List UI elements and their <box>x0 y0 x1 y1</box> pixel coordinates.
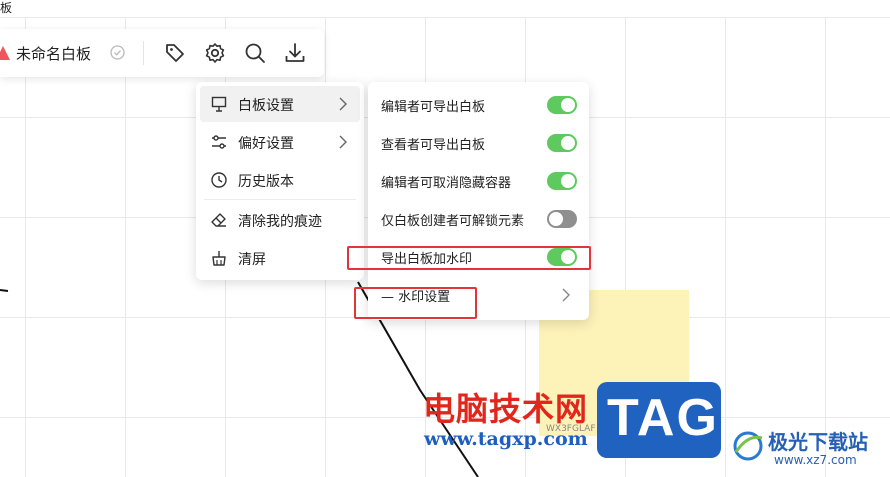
watermark-tag-logo: TAG <box>597 382 721 458</box>
menu-item-preferences[interactable]: 偏好设置 <box>200 124 360 160</box>
broom-icon <box>210 249 228 267</box>
gear-icon <box>205 43 225 63</box>
watermark-jiguang-url: www.xz7.com <box>774 453 857 467</box>
setting-label: 编辑者可取消隐藏容器 <box>381 176 512 191</box>
setting-label: 编辑者可导出白板 <box>381 100 486 115</box>
settings-menu: 白板设置 偏好设置 历史版本 清除我的痕迹 清屏 <box>196 82 364 280</box>
toggle-knob <box>549 212 563 226</box>
menu-item-history[interactable]: 历史版本 <box>200 162 360 198</box>
whiteboard-settings-submenu: 编辑者可导出白板 查看者可导出白板 编辑者可取消隐藏容器 仅白板创建者可解锁元素… <box>368 82 589 320</box>
menu-item-clear-traces[interactable]: 清除我的痕迹 <box>200 202 360 238</box>
top-toolbar: 未命名白板 <box>0 29 324 77</box>
settings-button[interactable] <box>203 41 227 65</box>
watermark-jiguang-name: 极光下载站 <box>768 430 868 454</box>
toggle-knob <box>561 136 575 150</box>
setting-label: 仅白板创建者可解锁元素 <box>381 214 525 229</box>
toggle-switch[interactable] <box>547 172 577 190</box>
setting-creator-unlock-only: 仅白板创建者可解锁元素 <box>368 200 589 238</box>
window-title: 板 <box>0 1 13 15</box>
clock-icon <box>210 171 228 189</box>
watermark-site-url: www.tagxp.com <box>424 428 588 450</box>
setting-viewer-export: 查看者可导出白板 <box>368 124 589 162</box>
menu-item-clear-screen[interactable]: 清屏 <box>200 240 360 276</box>
menu-item-label: 历史版本 <box>238 174 294 190</box>
menu-item-whiteboard-settings[interactable]: 白板设置 <box>200 86 360 122</box>
menu-item-label: 白板设置 <box>238 98 294 114</box>
search-button[interactable] <box>243 41 267 65</box>
jiguang-logo-icon <box>733 431 763 461</box>
watermark-jiguang: 极光下载站 www.xz7.com <box>730 424 882 470</box>
toggle-switch[interactable] <box>547 96 577 114</box>
setting-editor-unhide-container: 编辑者可取消隐藏容器 <box>368 162 589 200</box>
saved-check-icon <box>110 45 125 60</box>
chevron-right-icon <box>339 97 347 111</box>
highlight-box-watermark-settings <box>354 287 477 319</box>
watermark-tag-text: TAG <box>607 389 719 447</box>
toggle-switch[interactable] <box>547 134 577 152</box>
toggle-switch[interactable] <box>547 210 577 228</box>
setting-editor-export: 编辑者可导出白板 <box>368 86 589 124</box>
menu-item-label: 偏好设置 <box>238 136 294 152</box>
chevron-right-icon <box>339 135 347 149</box>
search-icon <box>245 43 265 63</box>
eraser-icon <box>210 211 228 229</box>
tag-icon <box>166 44 184 62</box>
menu-divider <box>204 199 356 200</box>
watermark-site-name: 电脑技术网 <box>423 390 589 428</box>
menu-item-label: 清屏 <box>238 252 266 268</box>
tag-button[interactable] <box>163 41 187 65</box>
download-icon <box>285 43 305 62</box>
toolbar-divider <box>143 41 144 65</box>
chevron-right-icon <box>562 288 570 302</box>
sliders-icon <box>210 133 228 151</box>
setting-label: 查看者可导出白板 <box>381 138 486 153</box>
toggle-knob <box>561 98 575 112</box>
board-title[interactable]: 未命名白板 <box>16 43 91 64</box>
whiteboard-icon <box>210 95 228 113</box>
toggle-knob <box>561 174 575 188</box>
highlight-box-watermark-toggle <box>347 246 591 270</box>
download-button[interactable] <box>283 41 307 65</box>
menu-item-label: 清除我的痕迹 <box>238 214 322 230</box>
window-title-strip: 板 <box>0 0 890 17</box>
